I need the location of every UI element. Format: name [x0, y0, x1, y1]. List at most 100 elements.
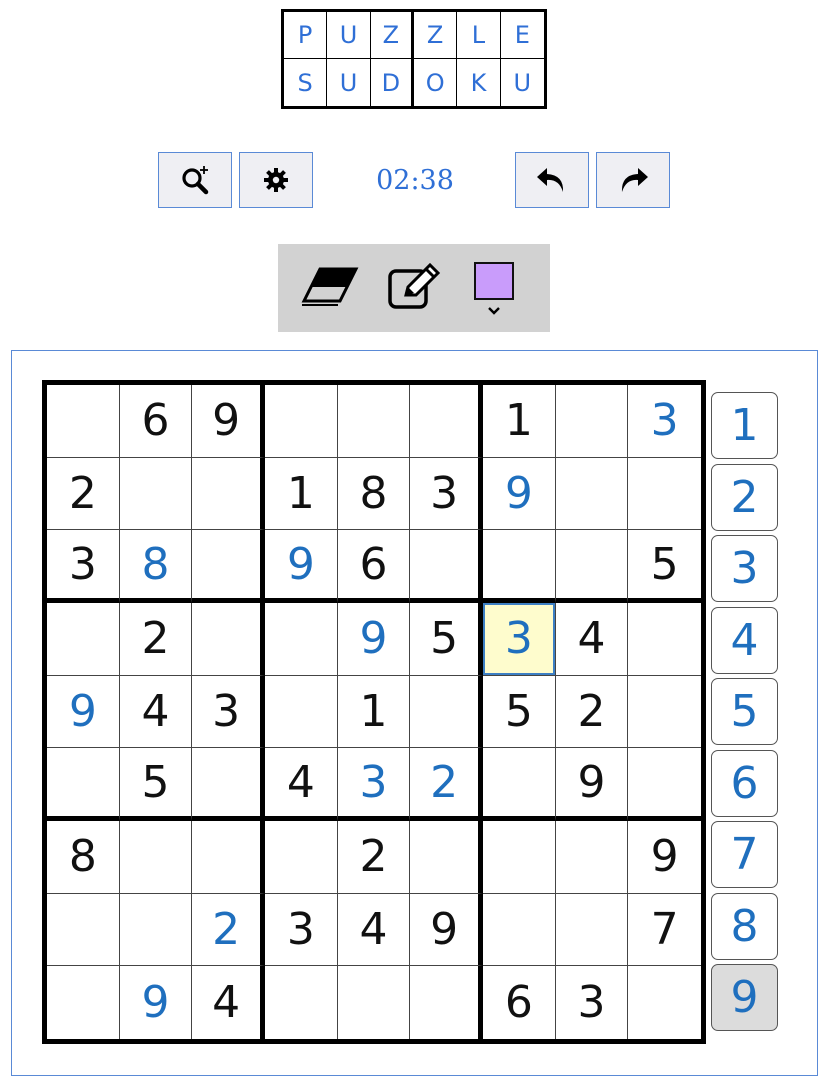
grid-cell[interactable] [628, 675, 701, 749]
grid-cell[interactable] [47, 748, 120, 821]
grid-cell[interactable] [264, 675, 338, 749]
grid-cell[interactable]: 3 [410, 457, 483, 531]
undo-button[interactable] [515, 152, 589, 208]
grid-cell[interactable]: 2 [555, 675, 629, 749]
grid-cell[interactable]: 6 [119, 385, 193, 458]
grid-cell[interactable] [410, 530, 483, 603]
grid-cell[interactable]: 9 [482, 457, 556, 531]
grid-cell[interactable]: 3 [47, 530, 120, 603]
grid-cell[interactable]: 6 [482, 966, 556, 1039]
grid-cell[interactable] [47, 602, 120, 676]
grid-cell[interactable]: 5 [482, 675, 556, 749]
grid-cell[interactable] [482, 748, 556, 821]
grid-cell[interactable]: 7 [628, 893, 701, 967]
number-key-7[interactable]: 7 [711, 821, 778, 888]
grid-cell[interactable]: 8 [337, 457, 411, 531]
grid-cell[interactable]: 4 [192, 966, 265, 1039]
grid-cell[interactable] [628, 457, 701, 531]
grid-cell[interactable] [410, 675, 483, 749]
grid-cell[interactable]: 9 [555, 748, 629, 821]
grid-cell[interactable] [119, 457, 193, 531]
grid-cell[interactable] [192, 748, 265, 821]
grid-cell[interactable] [264, 820, 338, 894]
grid-cell[interactable] [337, 385, 411, 458]
grid-cell[interactable] [119, 893, 193, 967]
grid-cell[interactable]: 4 [555, 602, 629, 676]
grid-cell[interactable]: 9 [192, 385, 265, 458]
grid-cell[interactable]: 5 [410, 602, 483, 676]
grid-cell[interactable]: 2 [337, 820, 411, 894]
grid-cell[interactable] [555, 530, 629, 603]
grid-cell[interactable] [482, 893, 556, 967]
grid-cell[interactable]: 4 [264, 748, 338, 821]
grid-cell[interactable]: 3 [337, 748, 411, 821]
number-key-4[interactable]: 4 [711, 606, 778, 674]
grid-cell[interactable]: 9 [628, 820, 701, 894]
zoom-button[interactable] [158, 152, 232, 208]
grid-cell[interactable]: 6 [337, 530, 411, 603]
grid-cell[interactable]: 3 [264, 893, 338, 967]
grid-cell[interactable] [264, 966, 338, 1039]
grid-cell[interactable] [192, 457, 265, 531]
grid-cell[interactable] [119, 820, 193, 894]
number-key-1[interactable]: 1 [711, 392, 778, 459]
grid-cell[interactable] [482, 820, 556, 894]
color-picker-swatch[interactable] [474, 262, 514, 300]
grid-cell[interactable]: 9 [264, 530, 338, 603]
grid-cell[interactable]: 9 [337, 602, 411, 676]
grid-cell[interactable]: 1 [337, 675, 411, 749]
grid-cell[interactable]: 2 [119, 602, 193, 676]
grid-cell[interactable]: 2 [192, 893, 265, 967]
chevron-down-icon[interactable] [484, 304, 504, 318]
number-key-6[interactable]: 6 [711, 749, 778, 817]
grid-cell[interactable]: 3 [192, 675, 265, 749]
grid-cell[interactable] [555, 820, 629, 894]
grid-cell[interactable] [264, 602, 338, 676]
settings-button[interactable] [239, 152, 313, 208]
number-key-2[interactable]: 2 [711, 463, 778, 531]
puzzle-sudoku-logo: PUZZLESUDOKU [281, 9, 547, 109]
pencil-notes-tool[interactable] [384, 258, 444, 316]
number-key-9[interactable]: 9 [711, 964, 778, 1031]
grid-cell[interactable] [555, 457, 629, 531]
input-tools-bar [278, 244, 550, 332]
grid-cell[interactable]: 3 [628, 385, 701, 458]
number-key-3[interactable]: 3 [711, 535, 778, 602]
number-key-8[interactable]: 8 [711, 892, 778, 960]
grid-cell[interactable]: 5 [119, 748, 193, 821]
grid-cell[interactable]: 8 [47, 820, 120, 894]
redo-button[interactable] [596, 152, 670, 208]
grid-cell[interactable]: 2 [47, 457, 120, 531]
grid-cell[interactable]: 1 [482, 385, 556, 458]
grid-cell[interactable] [628, 748, 701, 821]
grid-cell[interactable] [264, 385, 338, 458]
grid-cell[interactable]: 3 [482, 602, 556, 676]
number-key-5[interactable]: 5 [711, 678, 778, 745]
grid-cell[interactable] [47, 966, 120, 1039]
grid-cell[interactable]: 2 [410, 748, 483, 821]
grid-cell[interactable] [482, 530, 556, 603]
grid-cell[interactable] [47, 893, 120, 967]
grid-cell[interactable] [628, 966, 701, 1039]
grid-cell[interactable] [628, 602, 701, 676]
grid-cell[interactable]: 8 [119, 530, 193, 603]
grid-cell[interactable]: 9 [47, 675, 120, 749]
grid-cell[interactable] [47, 385, 120, 458]
grid-cell[interactable] [192, 602, 265, 676]
grid-cell[interactable]: 1 [264, 457, 338, 531]
grid-cell[interactable]: 4 [337, 893, 411, 967]
eraser-tool[interactable] [300, 258, 360, 316]
grid-cell[interactable]: 4 [119, 675, 193, 749]
grid-cell[interactable]: 3 [555, 966, 629, 1039]
grid-cell[interactable] [410, 820, 483, 894]
grid-cell[interactable]: 5 [628, 530, 701, 603]
grid-cell[interactable] [555, 385, 629, 458]
grid-cell[interactable] [192, 530, 265, 603]
grid-cell[interactable]: 9 [410, 893, 483, 967]
grid-cell[interactable] [192, 820, 265, 894]
grid-cell[interactable] [555, 893, 629, 967]
grid-cell[interactable]: 9 [119, 966, 193, 1039]
grid-cell[interactable] [410, 385, 483, 458]
grid-cell[interactable] [410, 966, 483, 1039]
grid-cell[interactable] [337, 966, 411, 1039]
